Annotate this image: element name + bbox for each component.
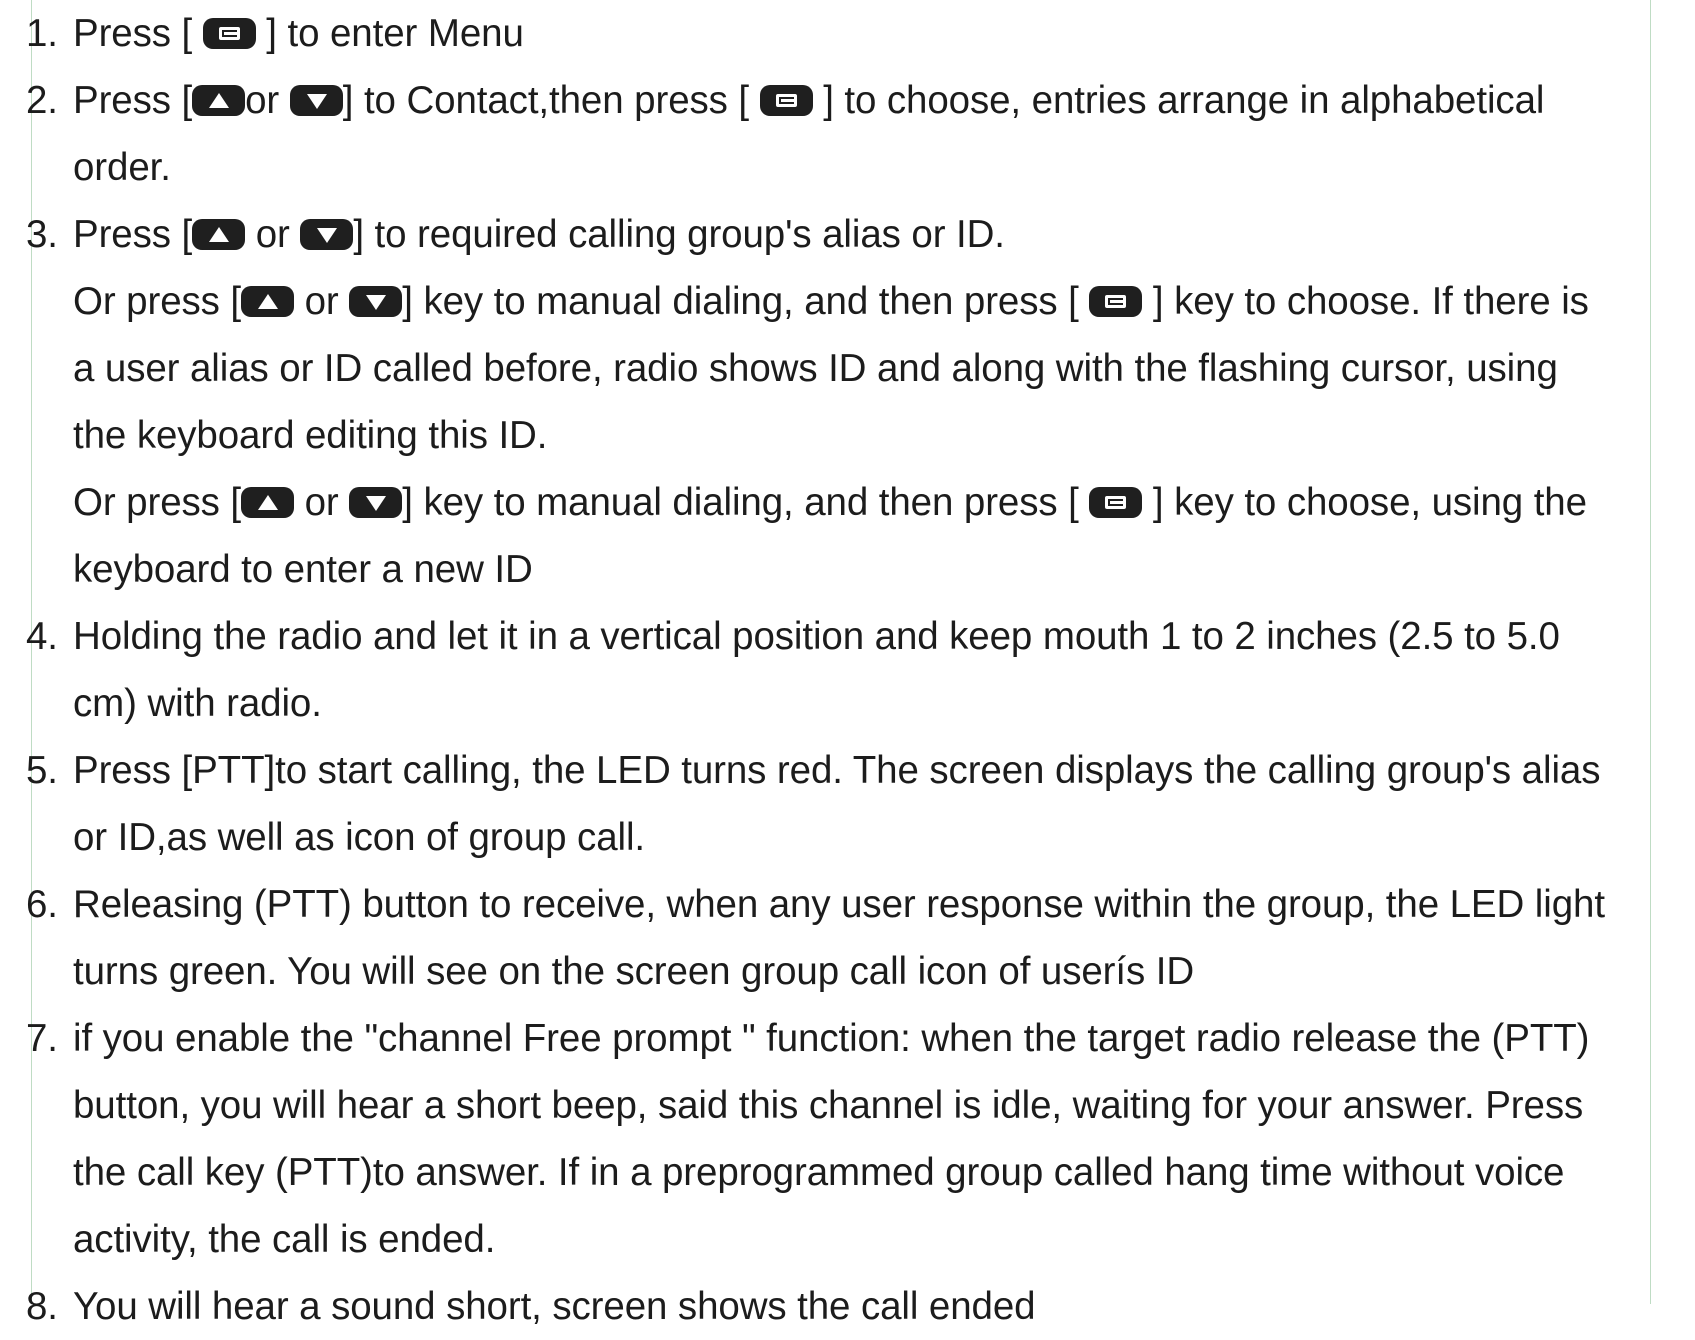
instruction-line: keyboard to enter a new ID — [73, 536, 1686, 603]
instruction-line: if you enable the "channel Free prompt "… — [73, 1005, 1686, 1072]
instruction-text: Or press [ — [73, 481, 242, 524]
up-key-icon — [192, 85, 246, 116]
instruction-step: 6. Releasing (PTT) button to receive, whe… — [26, 871, 1686, 1005]
instruction-line: a user alias or ID called before, radio … — [73, 335, 1686, 402]
instruction-line: Or press [ or ] key to manual dialing, a… — [73, 268, 1686, 335]
down-key-icon — [300, 219, 354, 250]
instruction-text: ] to Contact,then press [ — [342, 79, 760, 122]
step-number: 2. — [26, 79, 58, 122]
instruction-line: turns green. You will see on the screen … — [73, 938, 1686, 1005]
step-number: 8. — [26, 1285, 58, 1328]
instruction-text: the keyboard editing this ID. — [73, 414, 548, 457]
instruction-text: Press [ — [73, 79, 193, 122]
instruction-line: Or press [ or ] key to manual dialing, a… — [73, 469, 1686, 536]
manual-page: 1. Press [ ] to enter Menu 2. Press [ or ] t… — [0, 0, 1695, 1328]
step-number: 1. — [26, 12, 58, 55]
instruction-text: button, you will hear a short beep, said… — [73, 1084, 1584, 1127]
instruction-text: Or press [ — [73, 280, 242, 323]
instruction-step: 3. Press [ or ] to required calling group… — [26, 201, 1686, 603]
instruction-line: the keyboard editing this ID. — [73, 402, 1686, 469]
instruction-text: or — [245, 79, 290, 122]
instruction-text: ] key to choose. If there is — [1142, 280, 1589, 323]
instruction-text: ] key to manual dialing, and then press … — [402, 280, 1090, 323]
up-key-icon — [241, 487, 295, 518]
instruction-text: keyboard to enter a new ID — [73, 548, 533, 591]
step-number: 7. — [26, 1017, 58, 1060]
instruction-text: a user alias or ID called before, radio … — [73, 347, 1558, 390]
up-key-icon — [192, 219, 246, 250]
instruction-list: 1. Press [ ] to enter Menu 2. Press [ or ] t… — [26, 0, 1686, 1340]
instruction-step: 7. if you enable the "channel Free prompt… — [26, 1005, 1686, 1273]
step-number: 5. — [26, 749, 58, 792]
menu-key-icon — [202, 18, 256, 49]
instruction-line: Holding the radio and let it in a vertic… — [73, 603, 1686, 670]
instruction-text: Releasing (PTT) button to receive, when … — [73, 883, 1605, 926]
instruction-step: 2. Press [ or ] to Contact,then press [ ] … — [26, 67, 1686, 201]
instruction-line: Press [ or ] to required calling group's… — [73, 201, 1686, 268]
instruction-text: Press [ — [73, 213, 193, 256]
instruction-text: Press [ — [73, 12, 203, 55]
instruction-text: turns green. You will see on the screen … — [73, 950, 1195, 993]
menu-key-icon — [1089, 487, 1143, 518]
instruction-text: ] to enter Menu — [255, 12, 524, 55]
instruction-line: or ID,as well as icon of group call. — [73, 804, 1686, 871]
instruction-text: or ID,as well as icon of group call. — [73, 816, 646, 859]
menu-key-icon — [759, 85, 813, 116]
instruction-text: Press [PTT]to start calling, the LED tur… — [73, 749, 1601, 792]
instruction-line: the call key (PTT)to answer. If in a pre… — [73, 1139, 1686, 1206]
instruction-text: You will hear a sound short, screen show… — [73, 1285, 1036, 1328]
instruction-text: order. — [73, 146, 171, 189]
menu-key-icon — [1089, 286, 1143, 317]
instruction-step: 1. Press [ ] to enter Menu — [26, 0, 1686, 67]
instruction-text: or — [294, 280, 350, 323]
step-number: 4. — [26, 615, 58, 658]
instruction-line: Press [PTT]to start calling, the LED tur… — [73, 737, 1686, 804]
instruction-text: ] key to manual dialing, and then press … — [402, 481, 1090, 524]
instruction-line: button, you will hear a short beep, said… — [73, 1072, 1686, 1139]
instruction-line: order. — [73, 134, 1686, 201]
instruction-step: 5. Press [PTT]to start calling, the LED t… — [26, 737, 1686, 871]
instruction-step: 8. You will hear a sound short, screen sh… — [26, 1273, 1686, 1340]
instruction-text: ] key to choose, using the — [1142, 481, 1587, 524]
down-key-icon — [349, 286, 403, 317]
step-number: 6. — [26, 883, 58, 926]
instruction-text: or — [294, 481, 350, 524]
instruction-text: the call key (PTT)to answer. If in a pre… — [73, 1151, 1565, 1194]
instruction-line: Releasing (PTT) button to receive, when … — [73, 871, 1686, 938]
instruction-text: cm) with radio. — [73, 682, 322, 725]
instruction-text: ] to choose, entries arrange in alphabet… — [812, 79, 1545, 122]
instruction-text: ] to required calling group's alias or I… — [353, 213, 1005, 256]
instruction-line: activity, the call is ended. — [73, 1206, 1686, 1273]
instruction-line: cm) with radio. — [73, 670, 1686, 737]
up-key-icon — [241, 286, 295, 317]
instruction-step: 4. Holding the radio and let it in a vert… — [26, 603, 1686, 737]
instruction-line: Press [ or ] to Contact,then press [ ] to… — [73, 67, 1686, 134]
instruction-text: activity, the call is ended. — [73, 1218, 496, 1261]
instruction-line: Press [ ] to enter Menu — [73, 0, 1686, 67]
instruction-line: You will hear a sound short, screen show… — [73, 1273, 1686, 1340]
down-key-icon — [349, 487, 403, 518]
step-number: 3. — [26, 213, 58, 256]
instruction-text: or — [245, 213, 301, 256]
down-key-icon — [289, 85, 343, 116]
instruction-text: Holding the radio and let it in a vertic… — [73, 615, 1560, 658]
instruction-text: if you enable the "channel Free prompt "… — [73, 1017, 1590, 1060]
